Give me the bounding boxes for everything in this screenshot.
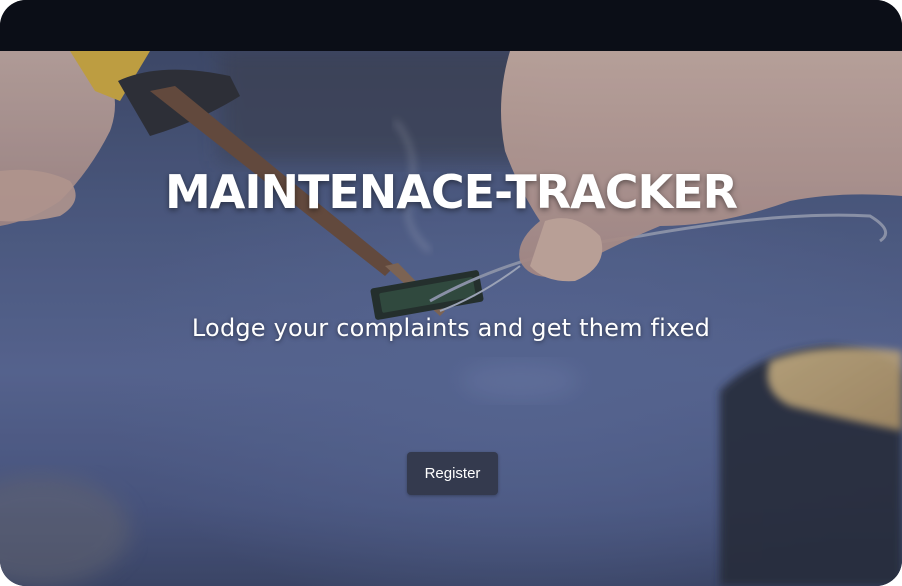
page-title: MAINTENACE-TRACKER: [164, 165, 738, 219]
register-button[interactable]: Register: [407, 452, 498, 495]
app-window: MAINTENACE-TRACKER Lodge your complaints…: [0, 0, 902, 586]
hero-section: MAINTENACE-TRACKER Lodge your complaints…: [0, 51, 902, 586]
hero-subtitle: Lodge your complaints and get them fixed: [191, 314, 711, 342]
top-bar: [0, 0, 902, 51]
